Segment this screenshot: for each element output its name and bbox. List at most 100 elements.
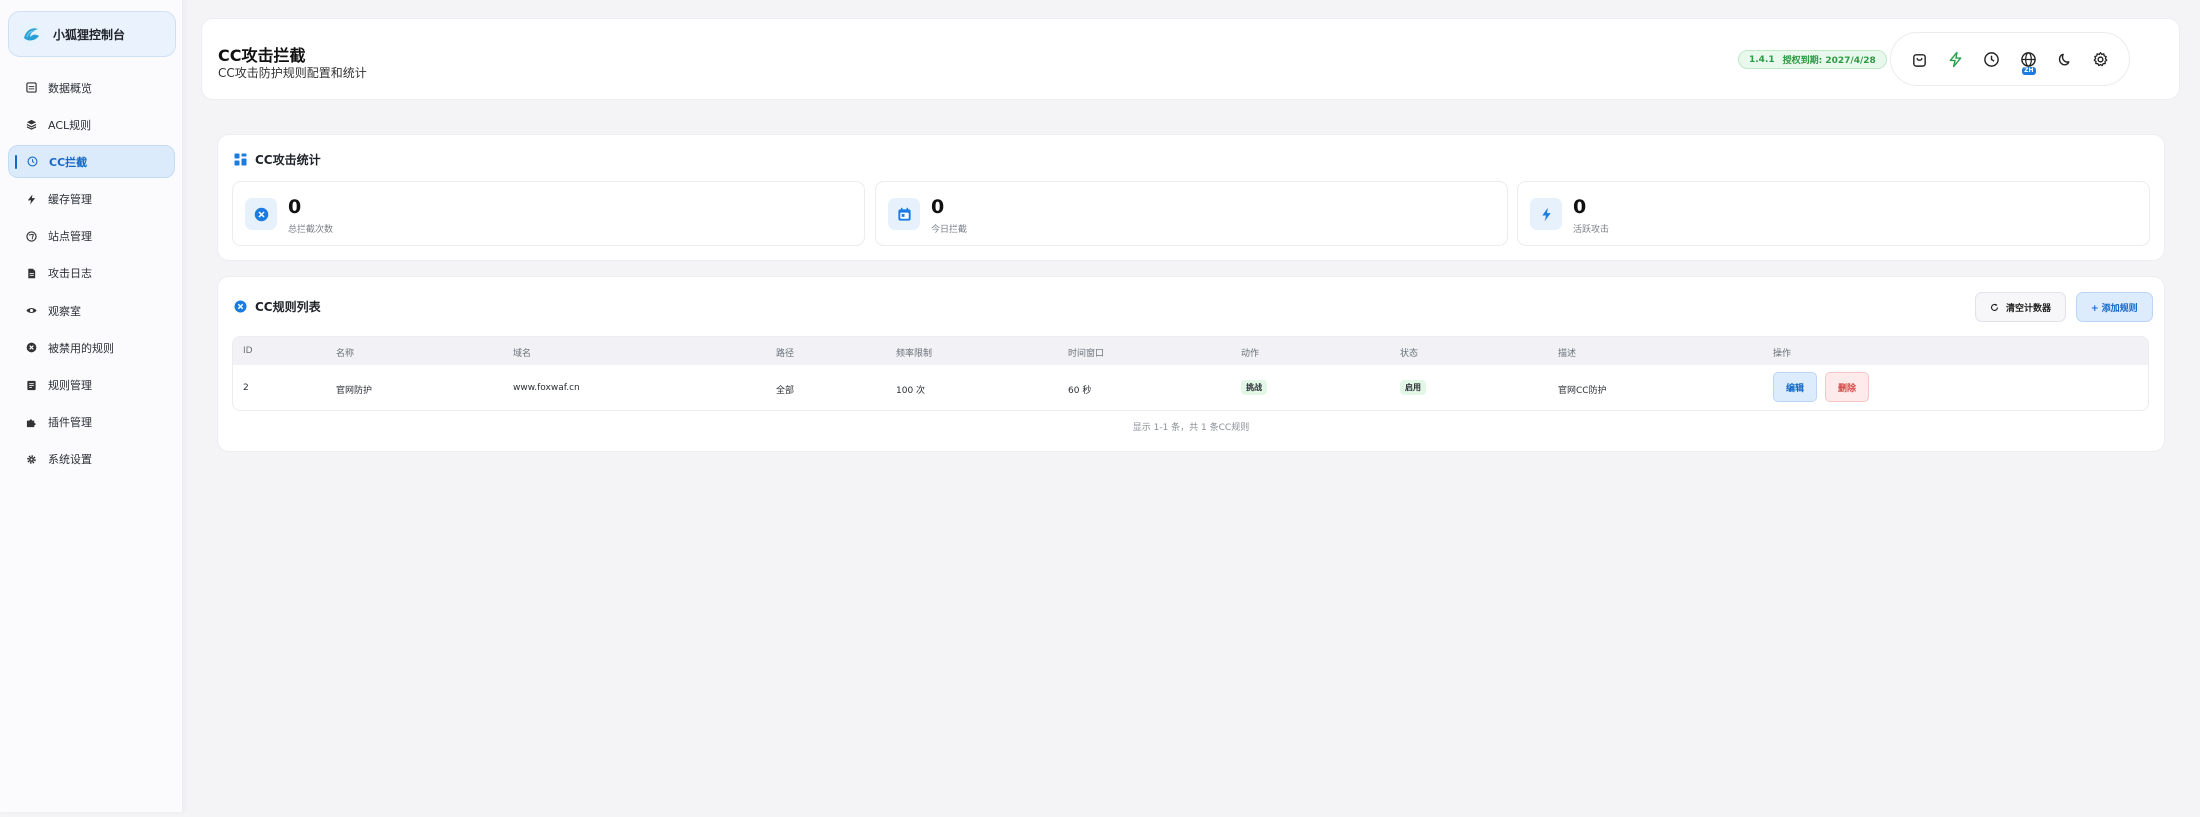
gear-icon xyxy=(24,452,38,466)
stat-icon xyxy=(888,198,920,230)
sidebar-item-cc[interactable]: CC拦截 xyxy=(8,145,175,179)
performance-button[interactable] xyxy=(1943,47,1967,71)
sidebar-item-label: CC拦截 xyxy=(49,155,88,169)
refresh-icon xyxy=(1990,303,1999,311)
rules-table: ID 名称 域名 路径 频率限制 时间窗口 动作 状态 描述 操作 2 官网防护… xyxy=(232,336,2149,411)
table-header: ID 名称 域名 路径 频率限制 时间窗口 动作 状态 描述 操作 xyxy=(233,337,2148,365)
action-badge: 挑战 xyxy=(1241,380,1267,395)
cell-id: 2 xyxy=(243,383,249,393)
cell-window: 60 秒 xyxy=(1068,386,1092,396)
cell-rate: 100 次 xyxy=(896,386,926,396)
gear-icon xyxy=(2093,51,2108,66)
column-header-id: ID xyxy=(243,346,253,356)
history-button[interactable] xyxy=(1980,47,2004,71)
sidebar: 小狐狸控制台 数据概览 ACL规则 CC拦截 缓存管理 站点管理 攻击日志 观察… xyxy=(0,0,183,812)
sidebar-item-cache[interactable]: 缓存管理 xyxy=(8,183,175,216)
sidebar-item-label: 缓存管理 xyxy=(48,193,92,207)
sidebar-item-rules[interactable]: 规则管理 xyxy=(8,369,175,402)
sidebar-item-label: 数据概览 xyxy=(48,81,92,95)
x-circle-icon xyxy=(234,300,247,313)
sidebar-item-label: 插件管理 xyxy=(48,416,92,430)
stat-label: 活跃攻击 xyxy=(1573,225,1610,235)
grid-chart-icon xyxy=(234,153,247,166)
brand[interactable]: 小狐狸控制台 xyxy=(8,11,176,57)
column-header-name: 名称 xyxy=(336,349,355,359)
clear-counters-button[interactable]: 清空计数器 xyxy=(1975,292,2067,322)
page-subtitle: CC攻击防护规则配置和统计 xyxy=(218,66,367,80)
stats-title: CC攻击统计 xyxy=(255,153,321,167)
status-badge: 启用 xyxy=(1400,380,1426,395)
sidebar-item-observatory[interactable]: 观察室 xyxy=(8,294,175,327)
column-header-rate: 频率限制 xyxy=(896,349,933,359)
calendar-icon xyxy=(897,207,911,221)
rules-card-header: CC规则列表 xyxy=(234,298,321,315)
stats-card-header: CC攻击统计 xyxy=(234,151,321,168)
sidebar-item-disabled-rules[interactable]: 被禁用的规则 xyxy=(8,331,175,364)
globe-icon xyxy=(24,229,38,243)
lightning-icon xyxy=(1949,51,1962,67)
theme-toggle-button[interactable] xyxy=(2052,47,2076,71)
column-header-domain: 域名 xyxy=(513,349,532,359)
sidebar-item-label: ACL规则 xyxy=(48,118,92,132)
pagination-summary: 显示 1-1 条，共 1 条CC规则 xyxy=(1132,423,1250,433)
stat-value: 0 xyxy=(931,196,945,218)
delete-label: 删除 xyxy=(1838,383,1857,394)
sidebar-item-plugins[interactable]: 插件管理 xyxy=(8,406,175,439)
delete-button[interactable]: 删除 xyxy=(1825,372,1870,402)
document-icon xyxy=(24,378,38,392)
table-row[interactable]: 2 官网防护 www.foxwaf.cn 全部 100 次 60 秒 挑战 启用… xyxy=(233,365,2148,410)
stat-icon xyxy=(1530,198,1562,230)
store-button[interactable] xyxy=(1907,47,1931,71)
sidebar-item-dashboard[interactable]: 数据概览 xyxy=(8,71,175,104)
sidebar-nav: 数据概览 ACL规则 CC拦截 缓存管理 站点管理 攻击日志 观察室 被禁用的规… xyxy=(0,71,183,480)
moon-icon xyxy=(2058,53,2070,66)
lightning-icon xyxy=(1541,207,1551,221)
sidebar-item-label: 观察室 xyxy=(48,304,81,318)
sidebar-item-label: 攻击日志 xyxy=(48,267,92,281)
cell-description: 官网CC防护 xyxy=(1558,386,1607,396)
license-expiry: 授权到期: 2027/4/28 xyxy=(1782,56,1876,66)
column-header-window: 时间窗口 xyxy=(1068,349,1105,359)
bolt-icon xyxy=(24,192,38,206)
stat-icon xyxy=(245,198,277,230)
column-header-status: 状态 xyxy=(1400,349,1419,359)
language-button[interactable]: ZH xyxy=(2016,47,2040,75)
version-badge: 1.4.1 授权到期: 2027/4/28 xyxy=(1738,50,1887,69)
column-header-action: 动作 xyxy=(1241,349,1260,359)
layers-icon xyxy=(24,118,38,132)
stat-total-blocked: 0 总拦截次数 xyxy=(232,181,865,246)
add-rule-button[interactable]: + 添加规则 xyxy=(2076,292,2153,322)
clear-counters-label: 清空计数器 xyxy=(2006,303,2052,314)
sidebar-item-attack-log[interactable]: 攻击日志 xyxy=(8,257,175,290)
edit-label: 编辑 xyxy=(1786,383,1805,394)
stat-label: 今日拦截 xyxy=(931,225,968,235)
clock-shield-icon xyxy=(25,155,39,169)
clock-icon xyxy=(1984,51,2000,67)
column-header-path: 路径 xyxy=(776,349,795,359)
stat-active-attacks: 0 活跃攻击 xyxy=(1517,181,2150,246)
rules-card: CC规则列表 清空计数器 + 添加规则 ID 名称 域名 路径 频率限制 时间窗… xyxy=(217,276,2165,452)
sidebar-item-sites[interactable]: 站点管理 xyxy=(8,220,175,253)
settings-button[interactable] xyxy=(2089,47,2113,71)
stats-card: CC攻击统计 0 总拦截次数 0 今日拦截 0 活跃攻击 xyxy=(217,134,2165,261)
stat-today-blocked: 0 今日拦截 xyxy=(875,181,1508,246)
x-circle-icon xyxy=(24,341,38,355)
sidebar-item-acl[interactable]: ACL规则 xyxy=(8,108,175,141)
page-title: CC攻击拦截 xyxy=(218,46,306,65)
eye-icon xyxy=(24,304,38,318)
sidebar-item-label: 系统设置 xyxy=(48,453,92,467)
version-number: 1.4.1 xyxy=(1749,54,1775,65)
brand-title: 小狐狸控制台 xyxy=(53,27,126,42)
language-tag: ZH xyxy=(2022,67,2036,75)
file-icon xyxy=(24,266,38,280)
sidebar-item-label: 被禁用的规则 xyxy=(48,341,114,355)
sidebar-item-settings[interactable]: 系统设置 xyxy=(8,443,175,476)
globe-icon xyxy=(2020,51,2036,67)
header-toolbar: ZH xyxy=(1890,32,2130,86)
sidebar-item-label: 站点管理 xyxy=(48,230,92,244)
page-header: CC攻击拦截 CC攻击防护规则配置和统计 1.4.1 授权到期: 2027/4/… xyxy=(201,18,2180,100)
shopping-bag-icon xyxy=(1912,53,1926,67)
puzzle-icon xyxy=(24,415,38,429)
cell-name: 官网防护 xyxy=(336,386,373,396)
edit-button[interactable]: 编辑 xyxy=(1773,372,1818,402)
